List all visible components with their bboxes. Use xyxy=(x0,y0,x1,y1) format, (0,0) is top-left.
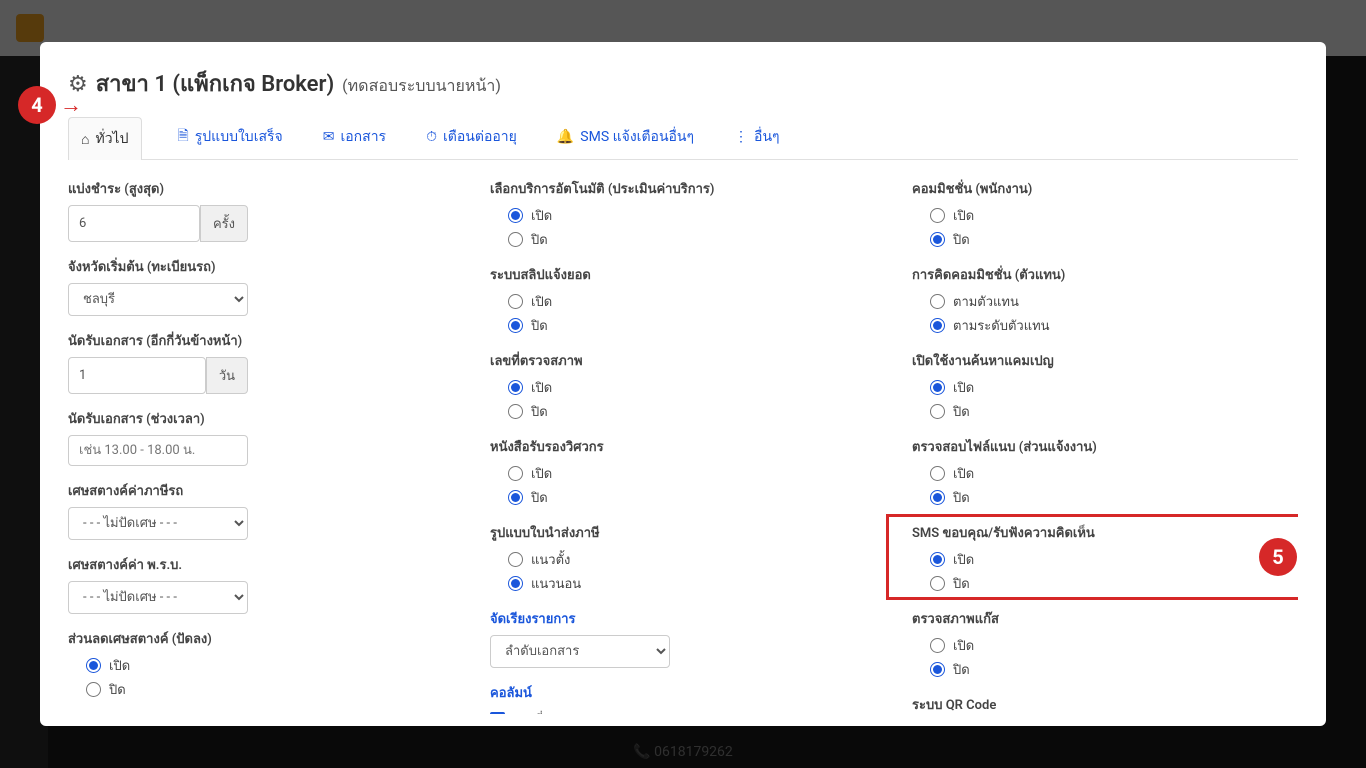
province-label: จังหวัดเริ่มต้น (ทะเบียนรถ) xyxy=(68,256,454,277)
settings-col-2: เลือกบริการอัตโนมัติ (ประเมินค่าบริการ) … xyxy=(490,178,876,714)
modal-title: ⚙ สาขา 1 (แพ็กเกจ Broker) (ทดสอบระบบนายห… xyxy=(68,66,1298,101)
bell-icon: 🔔 xyxy=(557,129,574,145)
callout-4: 4 → xyxy=(18,86,82,124)
discount-open[interactable]: เปิด xyxy=(86,655,454,676)
installment-suffix: ครั้ง xyxy=(200,205,248,242)
qr-label: ระบบ QR Code xyxy=(912,694,1298,714)
gas-check-open[interactable]: เปิด xyxy=(930,635,1298,656)
modal-title-main: สาขา 1 (แพ็กเกจ Broker) xyxy=(96,66,334,101)
callout-5-badge: 5 xyxy=(1259,538,1297,576)
docs-time-input[interactable] xyxy=(68,435,248,466)
inspection-close[interactable]: ปิด xyxy=(508,401,876,422)
docs-time-label: นัดรับเอกสาร (ช่วงเวลา) xyxy=(68,408,454,429)
sort-label: จัดเรียงรายการ xyxy=(490,608,876,629)
slip-close[interactable]: ปิด xyxy=(508,315,876,336)
docs-days-label: นัดรับเอกสาร (อีกกี่วันข้างหน้า) xyxy=(68,330,454,351)
tax-layout-label: รูปแบบใบนำส่งภาษี xyxy=(490,522,876,543)
campaign-label: เปิดใช้งานค้นหาแคมเปญ xyxy=(912,350,1298,371)
tab-documents[interactable]: ✉เอกสาร xyxy=(319,117,390,159)
campaign-open[interactable]: เปิด xyxy=(930,377,1298,398)
clock-icon: ⏱ xyxy=(426,129,437,145)
autoservice-label: เลือกบริการอัตโนมัติ (ประเมินค่าบริการ) xyxy=(490,178,876,199)
autoservice-close[interactable]: ปิด xyxy=(508,229,876,250)
engineer-close[interactable]: ปิด xyxy=(508,487,876,508)
tax-layout-vertical[interactable]: แนวตั้ง xyxy=(508,549,876,570)
docs-days-input[interactable] xyxy=(68,357,206,394)
engineer-label: หนังสือรับรองวิศวกร xyxy=(490,436,876,457)
slip-label: ระบบสลิปแจ้งยอด xyxy=(490,264,876,285)
tab-sms[interactable]: 🔔SMS แจ้งเตือนอื่นๆ xyxy=(553,117,698,159)
file-check-open[interactable]: เปิด xyxy=(930,463,1298,484)
fraction-prb-select[interactable]: - - - ไม่ปัดเศษ - - - xyxy=(68,581,248,614)
gas-check-close[interactable]: ปิด xyxy=(930,659,1298,680)
tab-receipt[interactable]: 🗎รูปแบบใบเสร็จ xyxy=(174,117,287,159)
inspection-label: เลขที่ตรวจสภาพ xyxy=(490,350,876,371)
col-doc-no[interactable]: เลขที่เอกสาร xyxy=(490,709,876,714)
tab-other[interactable]: ⋮อื่นๆ xyxy=(730,117,784,159)
campaign-close[interactable]: ปิด xyxy=(930,401,1298,422)
settings-modal: ⚙ สาขา 1 (แพ็กเกจ Broker) (ทดสอบระบบนายห… xyxy=(40,42,1326,726)
modal-title-sub: (ทดสอบระบบนายหน้า) xyxy=(342,74,501,99)
file-check-close[interactable]: ปิด xyxy=(930,487,1298,508)
settings-columns: แบ่งชำระ (สูงสุด) ครั้ง จังหวัดเริ่มต้น … xyxy=(68,178,1298,714)
envelope-icon: ✉ xyxy=(323,129,335,145)
commission-by-level[interactable]: ตามระดับตัวแทน xyxy=(930,315,1298,336)
arrow-right-icon: → xyxy=(60,92,82,118)
callout-4-badge: 4 xyxy=(18,86,56,124)
settings-col-1: แบ่งชำระ (สูงสุด) ครั้ง จังหวัดเริ่มต้น … xyxy=(68,178,454,714)
callout-5-highlight: 5 xyxy=(886,514,1298,600)
engineer-open[interactable]: เปิด xyxy=(508,463,876,484)
fraction-prb-label: เศษสตางค์ค่า พ.ร.บ. xyxy=(68,554,454,575)
gas-check-label: ตรวจสภาพแก๊ส xyxy=(912,608,1298,629)
slip-open[interactable]: เปิด xyxy=(508,291,876,312)
file-check-label: ตรวจสอบไฟล์แนบ (ส่วนแจ้งงาน) xyxy=(912,436,1298,457)
autoservice-open[interactable]: เปิด xyxy=(508,205,876,226)
home-icon: ⌂ xyxy=(81,131,89,148)
discount-close[interactable]: ปิด xyxy=(86,679,454,700)
tab-bar: ⌂ทั่วไป 🗎รูปแบบใบเสร็จ ✉เอกสาร ⏱เตือนต่อ… xyxy=(68,117,1298,160)
province-select[interactable]: ชลบุรี xyxy=(68,283,248,316)
dots-icon: ⋮ xyxy=(734,129,748,145)
installment-label: แบ่งชำระ (สูงสุด) xyxy=(68,178,454,199)
tax-layout-horizontal[interactable]: แนวนอน xyxy=(508,573,876,594)
fraction-tax-select[interactable]: - - - ไม่ปัดเศษ - - - xyxy=(68,507,248,540)
commission-by-agent[interactable]: ตามตัวแทน xyxy=(930,291,1298,312)
docs-days-suffix: วัน xyxy=(206,357,248,394)
sort-select[interactable]: ลำดับเอกสาร xyxy=(490,635,670,668)
tab-renewal[interactable]: ⏱เตือนต่ออายุ xyxy=(422,117,521,159)
commission-agent-label: การคิดคอมมิชชั่น (ตัวแทน) xyxy=(912,264,1298,285)
columns-label: คอลัมน์ xyxy=(490,682,876,703)
discount-label: ส่วนลดเศษสตางค์ (ปัดลง) xyxy=(68,628,454,649)
commission-staff-close[interactable]: ปิด xyxy=(930,229,1298,250)
settings-col-3: คอมมิชชั่น (พนักงาน) เปิด ปิด การคิดคอมม… xyxy=(912,178,1298,714)
inspection-open[interactable]: เปิด xyxy=(508,377,876,398)
fraction-tax-label: เศษสตางค์ค่าภาษีรถ xyxy=(68,480,454,501)
file-icon: 🗎 xyxy=(178,125,189,149)
commission-staff-label: คอมมิชชั่น (พนักงาน) xyxy=(912,178,1298,199)
installment-input[interactable] xyxy=(68,205,200,242)
commission-staff-open[interactable]: เปิด xyxy=(930,205,1298,226)
